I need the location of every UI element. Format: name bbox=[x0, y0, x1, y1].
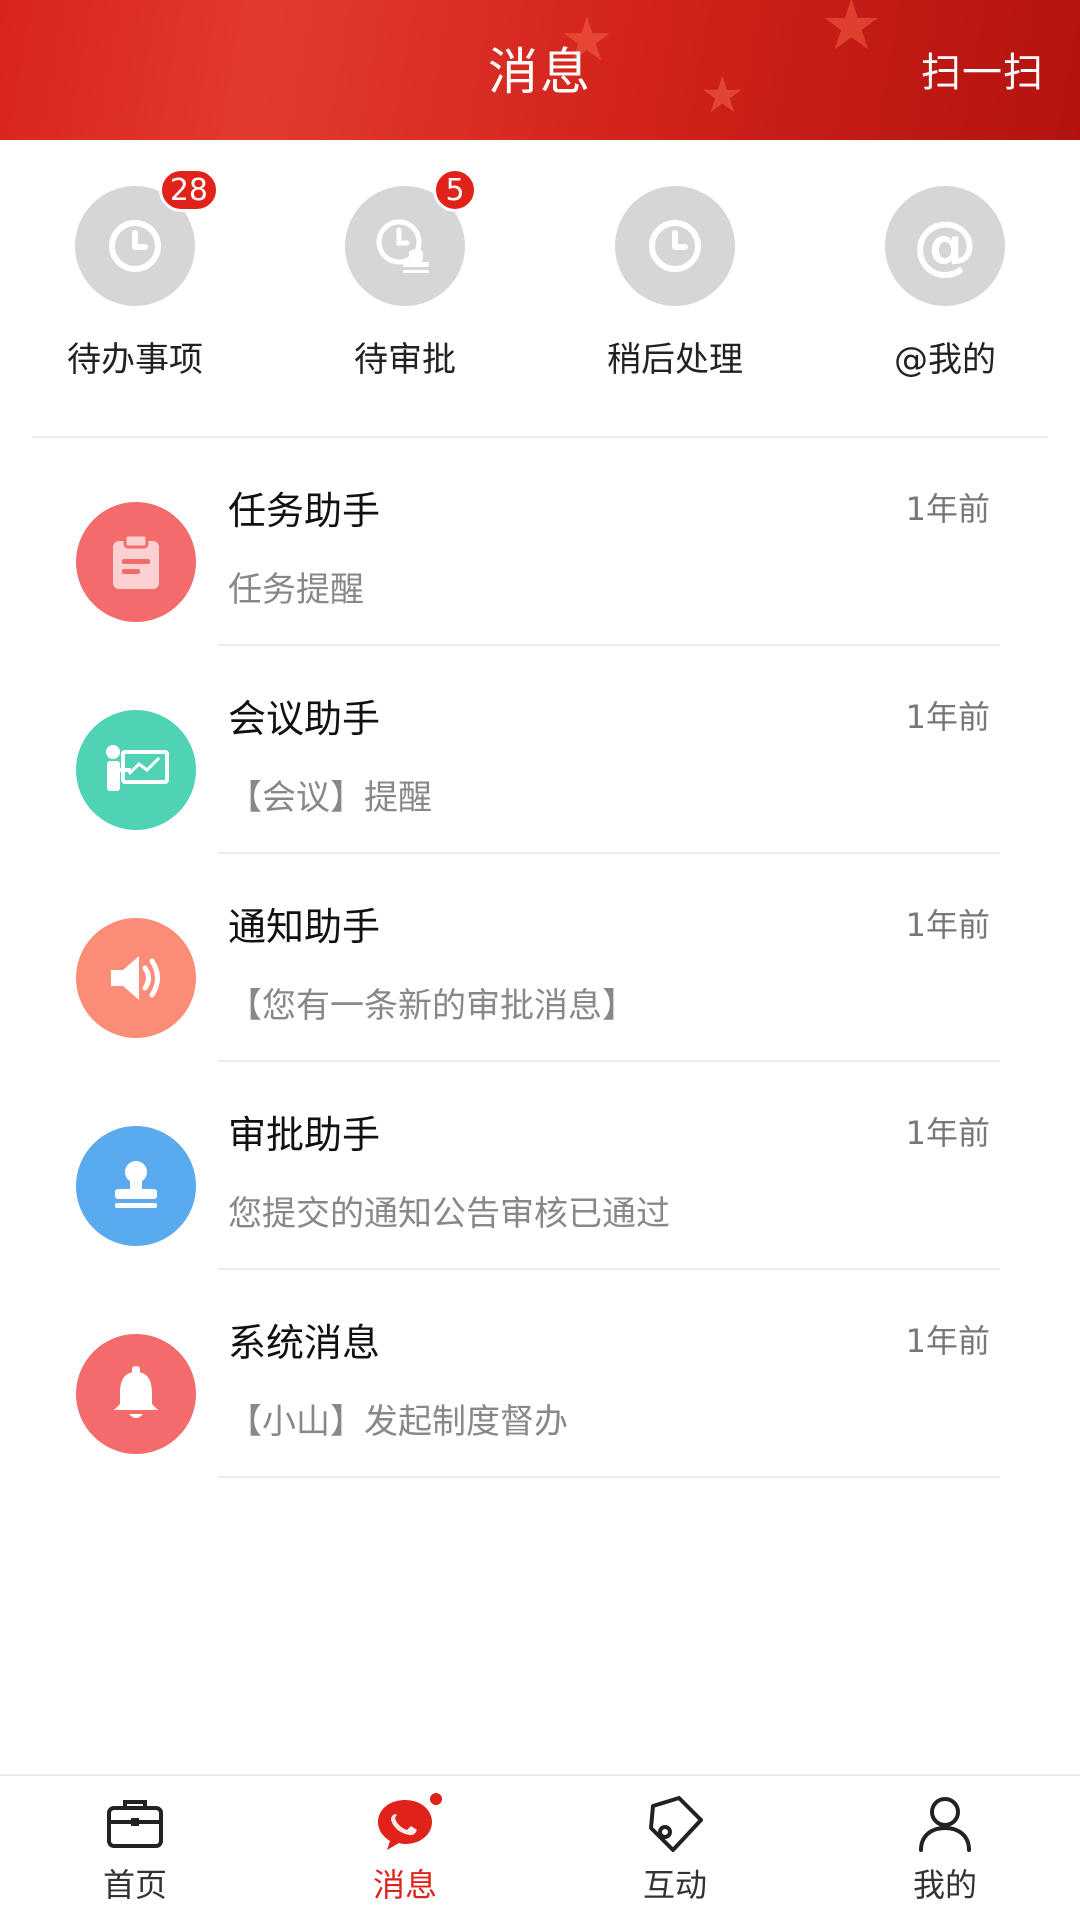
shortcut-mentions[interactable]: @ @我的 bbox=[810, 140, 1080, 436]
shortcut-todo[interactable]: 28 待办事项 bbox=[0, 140, 270, 436]
message-preview: 【会议】提醒 bbox=[228, 778, 432, 818]
clock-icon bbox=[615, 186, 735, 306]
message-title: 会议助手 bbox=[228, 697, 381, 741]
message-time: 1年前 bbox=[905, 1114, 990, 1152]
list-item-approval-assistant[interactable]: 审批助手 1年前 您提交的通知公告审核已通过 bbox=[0, 1062, 1080, 1270]
message-title: 任务助手 bbox=[228, 489, 381, 533]
message-preview: 【您有一条新的审批消息】 bbox=[228, 986, 636, 1026]
list-item-system-message[interactable]: 系统消息 1年前 【小山】发起制度督办 bbox=[0, 1270, 1080, 1478]
message-title: 审批助手 bbox=[228, 1113, 381, 1157]
message-title: 系统消息 bbox=[228, 1321, 381, 1365]
shortcut-label: @我的 bbox=[894, 340, 996, 380]
scan-button[interactable]: 扫一扫 bbox=[921, 40, 1044, 98]
list-item-meeting-assistant[interactable]: 会议助手 1年前 【会议】提醒 bbox=[0, 646, 1080, 854]
bottom-nav: 首页 消息 互动 我的 bbox=[0, 1774, 1080, 1920]
nav-messages[interactable]: 消息 bbox=[270, 1776, 540, 1920]
todo-count-badge: 28 bbox=[158, 168, 219, 212]
message-time: 1年前 bbox=[905, 1322, 990, 1360]
person-icon bbox=[913, 1792, 977, 1856]
bell-icon bbox=[76, 1334, 196, 1454]
divider bbox=[218, 1476, 1000, 1478]
nav-home[interactable]: 首页 bbox=[0, 1776, 270, 1920]
shortcut-later[interactable]: 稍后处理 bbox=[540, 140, 810, 436]
nav-interact[interactable]: 互动 bbox=[540, 1776, 810, 1920]
shortcut-label: 待审批 bbox=[354, 340, 456, 380]
briefcase-icon bbox=[103, 1792, 167, 1856]
speaker-icon bbox=[76, 918, 196, 1038]
message-preview: 任务提醒 bbox=[228, 570, 364, 610]
clipboard-icon bbox=[76, 502, 196, 622]
list-item-notice-assistant[interactable]: 通知助手 1年前 【您有一条新的审批消息】 bbox=[0, 854, 1080, 1062]
shortcut-label: 稍后处理 bbox=[607, 340, 743, 380]
clock-icon: 28 bbox=[75, 168, 219, 306]
presentation-icon bbox=[76, 710, 196, 830]
message-time: 1年前 bbox=[905, 698, 990, 736]
stamp-icon bbox=[76, 1126, 196, 1246]
nav-label: 首页 bbox=[102, 1866, 167, 1904]
clock-stamp-icon: 5 bbox=[345, 168, 477, 306]
nav-profile[interactable]: 我的 bbox=[810, 1776, 1080, 1920]
tag-icon bbox=[643, 1792, 707, 1856]
nav-label: 互动 bbox=[642, 1866, 707, 1904]
shortcut-label: 待办事项 bbox=[67, 340, 203, 380]
chat-bubble-icon bbox=[373, 1790, 445, 1856]
nav-label: 消息 bbox=[372, 1866, 437, 1904]
shortcut-row: 28 待办事项 5 待审批 稍后处理 @ @我的 bbox=[0, 140, 1080, 436]
message-preview: 【小山】发起制度督办 bbox=[228, 1402, 568, 1442]
message-list: 任务助手 1年前 任务提醒 会议助手 1年前 【会议】提醒 通知助手 1年前 【… bbox=[0, 438, 1080, 1478]
shortcut-pending-approval[interactable]: 5 待审批 bbox=[270, 140, 540, 436]
nav-label: 我的 bbox=[912, 1866, 977, 1904]
unread-dot bbox=[427, 1790, 445, 1808]
message-preview: 您提交的通知公告审核已通过 bbox=[228, 1194, 670, 1234]
at-icon: @ bbox=[885, 186, 1005, 306]
message-time: 1年前 bbox=[905, 490, 990, 528]
page-title: 消息 bbox=[488, 43, 592, 101]
header-bar: ★ ★ ★ 消息 扫一扫 bbox=[0, 0, 1080, 140]
approval-count-badge: 5 bbox=[433, 168, 477, 212]
list-item-task-assistant[interactable]: 任务助手 1年前 任务提醒 bbox=[0, 438, 1080, 646]
message-time: 1年前 bbox=[905, 906, 990, 944]
message-title: 通知助手 bbox=[228, 905, 381, 949]
